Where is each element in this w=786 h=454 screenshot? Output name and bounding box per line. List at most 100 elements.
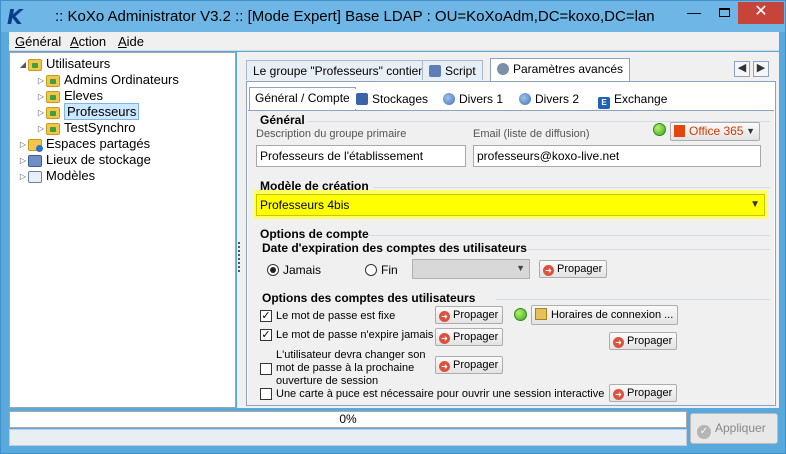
expand-arrow-icon[interactable]: ▷: [36, 121, 46, 137]
chevron-down-icon: ▼: [750, 199, 760, 210]
tab-scroll-right-button[interactable]: ▶: [753, 61, 769, 77]
tab-exchange[interactable]: E Exchange: [593, 89, 673, 109]
progress-bar: 0%: [9, 411, 687, 428]
chevron-down-icon: ▼: [516, 263, 525, 273]
group-folder-icon: [46, 90, 60, 103]
tab-divers-1[interactable]: Divers 1: [438, 89, 509, 109]
storage-icon: [28, 154, 42, 167]
close-button[interactable]: ✕: [738, 2, 784, 24]
password-never-expires-checkbox[interactable]: ✓: [260, 329, 272, 341]
model-select[interactable]: Professeurs 4bis ▼: [256, 194, 765, 216]
section-divider: [496, 299, 770, 300]
must-change-label-line1: L'utilisateur devra changer son: [276, 349, 426, 361]
never-radio[interactable]: [267, 264, 279, 276]
section-title-account-options: Options de compte: [260, 227, 369, 241]
expand-arrow-icon[interactable]: ▷: [18, 153, 28, 169]
maximize-icon: [718, 8, 730, 17]
password-fixed-label: Le mot de passe est fixe: [276, 310, 396, 322]
expand-arrow-icon[interactable]: ▷: [18, 169, 28, 185]
tab-general-account[interactable]: Général / Compte: [249, 87, 356, 110]
connection-hours-button[interactable]: Horaires de connexion ...: [531, 305, 679, 325]
end-date-radio[interactable]: [365, 264, 377, 276]
tab-divers-2[interactable]: Divers 2: [514, 89, 585, 109]
must-change-password-checkbox[interactable]: [260, 363, 272, 375]
tree-item-professeurs[interactable]: ▷ Professeurs: [36, 103, 140, 121]
globe-icon: [519, 93, 531, 105]
tree-item-admins-ordinateurs[interactable]: ▷ Admins Ordinateurs: [36, 72, 179, 88]
tree-item-espaces-partages[interactable]: ▷ Espaces partagés: [18, 136, 150, 152]
menu-general[interactable]: Général: [15, 34, 61, 49]
check-icon: ✓: [697, 425, 711, 439]
details-panel: Le groupe "Professeurs" contient Script …: [242, 52, 779, 408]
section-divider: [528, 249, 770, 250]
group-folder-icon: [46, 106, 60, 119]
end-date-select[interactable]: ▼: [412, 259, 530, 279]
smartcard-label: Une carte à puce est nécessaire pour ouv…: [276, 388, 605, 400]
storage-icon: [356, 93, 368, 105]
tree-item-testsynchro[interactable]: ▷ TestSynchro: [36, 120, 136, 136]
must-change-label-line3: ouverture de session: [276, 375, 379, 387]
propagate-icon: ➜: [543, 265, 554, 276]
expand-arrow-icon[interactable]: ▷: [36, 73, 46, 89]
tree-item-label: Utilisateurs: [46, 56, 111, 71]
description-input[interactable]: Professeurs de l'établissement: [256, 145, 466, 167]
model-select-value: Professeurs 4bis: [260, 198, 350, 212]
tab-scroll-left-button[interactable]: ◀: [734, 61, 750, 77]
smartcard-checkbox[interactable]: [260, 388, 272, 400]
office-button-label: Office 365: [689, 124, 744, 138]
propagate-hours-button[interactable]: ➜ Propager: [609, 332, 678, 350]
maximize-button[interactable]: [711, 2, 737, 24]
shared-folder-icon: [28, 138, 43, 152]
tree-item-label: Eleves: [64, 88, 104, 103]
propagate-never-expires-button[interactable]: ➜ Propager: [435, 328, 504, 346]
advanced-settings-panel: Général / Compte Stockages Divers 1 Dive…: [246, 81, 776, 406]
tab-stockages[interactable]: Stockages: [351, 89, 434, 109]
collapse-arrow-icon[interactable]: ◢: [18, 57, 28, 73]
password-fixed-checkbox[interactable]: ✓: [260, 310, 272, 322]
tab-group-contains[interactable]: Le groupe "Professeurs" contient: [246, 60, 436, 80]
main-window: K :: KoXo Administrator V3.2 :: [Mode Ex…: [0, 0, 786, 454]
splitter-grip-icon: [238, 242, 240, 272]
menu-aide[interactable]: Aide: [118, 34, 144, 49]
never-label: Jamais: [283, 263, 322, 277]
button-label: Propager: [453, 331, 499, 343]
tree-item-label: Espaces partagés: [46, 136, 151, 151]
propagate-icon: ➜: [613, 337, 624, 348]
tab-label: Exchange: [614, 92, 668, 106]
button-label: Propager: [453, 359, 499, 371]
propagate-password-fixed-button[interactable]: ➜ Propager: [435, 306, 504, 324]
propagate-icon: ➜: [439, 361, 450, 372]
propagate-expiration-button[interactable]: ➜ Propager: [539, 260, 608, 278]
title-bar: K :: KoXo Administrator V3.2 :: [Mode Ex…: [1, 1, 785, 32]
script-icon: [429, 65, 441, 77]
email-input[interactable]: professeurs@koxo-live.net: [473, 145, 761, 167]
settings-icon: [497, 63, 509, 75]
expand-arrow-icon[interactable]: ▷: [36, 89, 46, 105]
office-logo-icon: [674, 125, 685, 137]
tree-item-modeles[interactable]: ▷ Modèles: [18, 168, 95, 184]
apply-button[interactable]: ✓ Appliquer: [690, 413, 778, 444]
menu-action[interactable]: Action: [70, 34, 106, 49]
tab-label: Paramètres avancés: [513, 62, 624, 76]
tab-advanced-settings[interactable]: Paramètres avancés: [490, 58, 631, 81]
expand-arrow-icon[interactable]: ▷: [18, 137, 28, 153]
tab-script[interactable]: Script: [422, 60, 483, 80]
app-logo-icon: K: [7, 5, 23, 29]
users-folder-icon: [28, 58, 42, 71]
propagate-icon: ➜: [439, 333, 450, 344]
status-ok-icon: [653, 123, 666, 136]
minimize-button[interactable]: —: [681, 2, 707, 24]
tab-label: Script: [445, 64, 476, 78]
tree-item-lieux-de-stockage[interactable]: ▷ Lieux de stockage: [18, 152, 151, 168]
apply-label: Appliquer: [715, 421, 766, 435]
propagate-must-change-button[interactable]: ➜ Propager: [435, 356, 504, 374]
model-icon: [28, 170, 42, 183]
tree-item-utilisateurs[interactable]: ◢ Utilisateurs: [18, 56, 110, 72]
tab-label: Divers 1: [459, 92, 504, 106]
expiration-title: Date d'expiration des comptes des utilis…: [262, 241, 527, 255]
tree-item-label: Professeurs: [64, 103, 140, 120]
propagate-smartcard-button[interactable]: ➜ Propager: [609, 384, 678, 402]
office365-dropdown-button[interactable]: Office 365 ▼: [670, 122, 760, 141]
tree-item-eleves[interactable]: ▷ Eleves: [36, 88, 103, 104]
expand-arrow-icon[interactable]: ▷: [36, 105, 46, 121]
